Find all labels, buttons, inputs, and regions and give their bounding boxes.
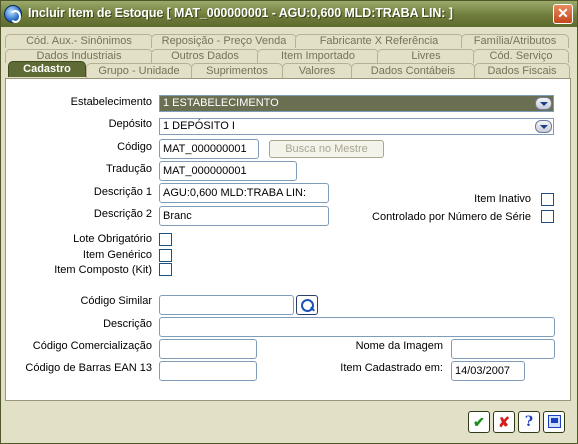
deposito-value: 1 DEPÓSITO I [163,120,235,132]
close-button[interactable]: ✕ [553,4,573,24]
tab-cod-servico[interactable]: Cód. Serviço [473,49,569,63]
item-composto-checkbox[interactable] [159,263,172,276]
tab-cadastro[interactable]: Cadastro [8,61,86,77]
tab-reposicao-preco-venda[interactable]: Reposição - Preço Venda [151,34,297,48]
tab-item-importado[interactable]: Item Importado [257,49,379,63]
chevron-down-icon[interactable] [535,97,552,110]
export-button[interactable] [543,411,565,433]
descricao1-field[interactable]: AGU:0,600 MLD:TRABA LIN: [159,183,329,203]
item-cadastrado-label: Item Cadastrado em: [340,362,443,374]
estabelecimento-label: Estabelecimento [70,96,152,108]
tab-outros-dados[interactable]: Outros Dados [151,49,259,63]
search-icon[interactable] [296,295,318,315]
lote-obrigatorio-checkbox[interactable] [159,233,172,246]
nome-imagem-field[interactable] [451,339,555,359]
tab-suprimentos[interactable]: Suprimentos [191,63,283,79]
item-inativo-label: Item Inativo [474,193,531,205]
item-generico-label: Item Genérico [82,249,152,261]
tab-livres[interactable]: Livres [377,49,475,63]
main-window: Incluir Item de Estoque [ MAT_000000001 … [0,0,578,444]
tab-dados-contabeis[interactable]: Dados Contábeis [351,63,475,79]
codigo-similar-field[interactable] [159,295,294,315]
codigo-comercializacao-field[interactable] [159,339,257,359]
export-icon [548,415,561,428]
busca-mestre-button[interactable]: Busca no Mestre [269,140,384,158]
estabelecimento-select[interactable]: 1 ESTABELECIMENTO [159,95,554,112]
item-inativo-checkbox[interactable] [541,193,554,206]
tab-cod-aux-sinonimos[interactable]: Cód. Aux.- Sinônimos [5,34,153,48]
nome-imagem-label: Nome da Imagem [355,340,443,352]
descricao1-label: Descrição 1 [93,186,152,198]
tab-familia-atributos[interactable]: Família/Atributos [461,34,569,48]
codigo-barras-field[interactable] [159,361,257,381]
descricao2-field[interactable]: Branc [159,206,329,226]
ok-button[interactable]: ✔ [468,411,490,433]
cancel-button[interactable]: ✘ [493,411,515,433]
controlado-serie-checkbox[interactable] [541,210,554,223]
window-title: Incluir Item de Estoque [ MAT_000000001 … [28,6,453,20]
descricao-field[interactable] [159,317,555,337]
traducao-label: Tradução [105,163,152,175]
descricao-label: Descrição [103,318,152,330]
title-bar: Incluir Item de Estoque [ MAT_000000001 … [1,1,577,27]
app-icon [4,5,22,23]
deposito-select[interactable]: 1 DEPÓSITO I [159,118,554,135]
item-cadastrado-field[interactable]: 14/03/2007 [451,361,525,381]
tab-dados-fiscais[interactable]: Dados Fiscais [474,63,570,79]
tab-fabricante-referencia[interactable]: Fabricante X Referência [295,34,463,48]
codigo-similar-label: Código Similar [80,295,152,307]
estabelecimento-value: 1 ESTABELECIMENTO [163,97,279,109]
codigo-label: Código [117,141,152,153]
item-composto-label: Item Composto (Kit) [54,264,152,276]
codigo-comercializacao-label: Código Comercialização [32,340,152,352]
deposito-label: Depósito [108,118,152,130]
chevron-down-icon[interactable] [535,120,552,133]
item-generico-checkbox[interactable] [159,249,172,262]
controlado-serie-label: Controlado por Número de Série [372,211,531,223]
descricao2-label: Descrição 2 [93,208,152,220]
help-button[interactable]: ? [518,411,540,433]
tab-valores[interactable]: Valores [282,63,352,79]
tab-grupo-unidade[interactable]: Grupo - Unidade [86,63,192,79]
codigo-barras-label: Código de Barras EAN 13 [25,362,152,374]
codigo-field[interactable]: MAT_000000001 [159,139,259,159]
traducao-field[interactable]: MAT_000000001 [159,161,297,181]
lote-obrigatorio-label: Lote Obrigatório [73,233,152,245]
